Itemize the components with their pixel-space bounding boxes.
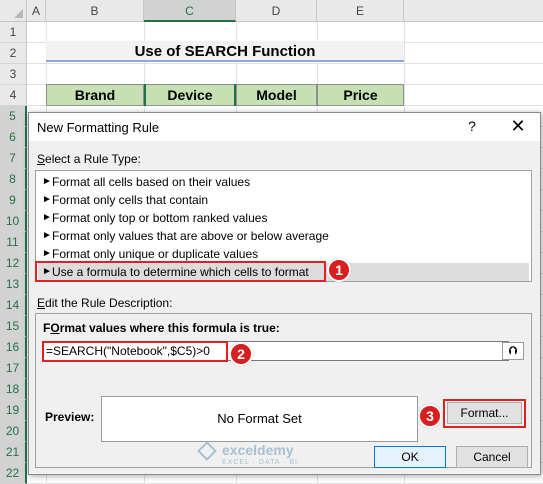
step-badge-3: 3 (418, 404, 442, 428)
row-header-2[interactable]: 2 (0, 43, 27, 64)
row-header-22[interactable]: 22 (0, 463, 27, 484)
row-header-9[interactable]: 9 (0, 190, 27, 211)
row-header-1[interactable]: 1 (0, 22, 27, 43)
arrow-icon: ► (42, 230, 52, 241)
column-header-a[interactable]: A (27, 0, 46, 22)
header-price: Price (317, 84, 404, 106)
select-all-corner[interactable] (0, 0, 27, 22)
row-header-16[interactable]: 16 (0, 337, 27, 358)
rule-type-label: Select a Rule Type: (37, 152, 141, 166)
highlight-format-button (443, 399, 526, 428)
row-header-8[interactable]: 8 (0, 169, 27, 190)
column-header-blank (404, 0, 543, 22)
row-header-21[interactable]: 21 (0, 442, 27, 463)
exceldemy-logo-icon (197, 441, 217, 461)
row-header-20[interactable]: 20 (0, 421, 27, 442)
highlight-formula-rule (35, 261, 326, 282)
rule-type-item[interactable]: ► Format all cells based on their values (38, 173, 529, 191)
highlight-formula-input (42, 341, 228, 362)
column-header-c[interactable]: C (144, 0, 236, 22)
selected-column-outline (144, 84, 236, 106)
row-header-7[interactable]: 7 (0, 148, 27, 169)
row-header-19[interactable]: 19 (0, 400, 27, 421)
close-button[interactable]: ✕ (505, 115, 531, 137)
row-header-15[interactable]: 15 (0, 316, 27, 337)
row-header-17[interactable]: 17 (0, 358, 27, 379)
row-header-5[interactable]: 5 (0, 106, 27, 127)
row-header-18[interactable]: 18 (0, 379, 27, 400)
arrow-icon: ► (42, 176, 52, 187)
preview-box: No Format Set (101, 396, 418, 442)
formula-label: FOrmat values where this formula is true… (43, 321, 280, 335)
column-header-d[interactable]: D (236, 0, 317, 22)
column-header-e[interactable]: E (317, 0, 404, 22)
rule-type-item[interactable]: ► Format only top or bottom ranked values (38, 209, 529, 227)
row-header-12[interactable]: 12 (0, 253, 27, 274)
new-formatting-rule-dialog: New Formatting Rule ? ✕ Select a Rule Ty… (28, 112, 541, 475)
edit-rule-label: Edit the Rule Description: (37, 296, 173, 310)
sheet-title: Use of SEARCH Function (46, 41, 404, 62)
dialog-titlebar[interactable]: New Formatting Rule ? ✕ (29, 113, 540, 141)
rule-type-item[interactable]: ► Format only values that are above or be… (38, 227, 529, 245)
row-header-10[interactable]: 10 (0, 211, 27, 232)
column-header-b[interactable]: B (46, 0, 144, 22)
row-header-13[interactable]: 13 (0, 274, 27, 295)
header-model: Model (236, 84, 317, 106)
arrow-icon: ► (42, 212, 52, 223)
row-header-6[interactable]: 6 (0, 127, 27, 148)
dialog-title: New Formatting Rule (37, 120, 160, 135)
help-button[interactable]: ? (464, 118, 480, 136)
row-header-14[interactable]: 14 (0, 295, 27, 316)
arrow-icon: ► (42, 194, 52, 205)
rule-type-item[interactable]: ► Format only cells that contain (38, 191, 529, 209)
row-header-3[interactable]: 3 (0, 64, 27, 85)
row-header-4[interactable]: 4 (0, 85, 27, 106)
exceldemy-watermark: exceldemy EXCEL · DATA · BI (197, 441, 350, 472)
row-header-11[interactable]: 11 (0, 232, 27, 253)
header-brand: Brand (46, 84, 144, 106)
collapse-dialog-icon[interactable]: ⮉ (502, 342, 524, 360)
ok-button[interactable]: OK (374, 446, 446, 468)
step-badge-1: 1 (327, 258, 351, 282)
step-badge-2: 2 (229, 342, 253, 366)
preview-label: Preview: (45, 410, 95, 424)
cancel-button[interactable]: Cancel (456, 446, 528, 468)
